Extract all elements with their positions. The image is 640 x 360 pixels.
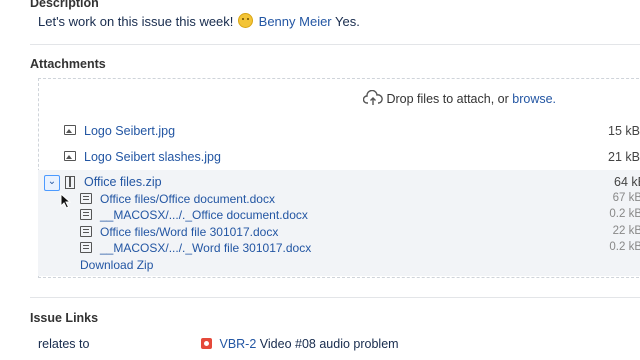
document-icon — [80, 226, 92, 237]
document-icon — [80, 209, 92, 220]
zip-entry-row[interactable]: Office files/Office document.docx 67 kB — [80, 191, 640, 207]
zip-entry-name[interactable]: __MACOSX/.../._Word file 301017.docx — [100, 241, 311, 255]
zip-file-icon — [65, 176, 75, 189]
zip-entry-row[interactable]: Office files/Word file 301017.docx 22 kB — [80, 224, 640, 240]
linked-issue[interactable]: VBR-2 Video #08 audio problem — [201, 337, 399, 351]
linked-issue-key[interactable]: VBR-2 — [219, 337, 256, 351]
bug-issue-icon — [201, 338, 212, 349]
relation-label: relates to — [38, 337, 90, 351]
attachment-row[interactable]: Logo Seibert.jpg 15 kB — [38, 119, 640, 143]
description-text: Let's work on this issue this week! Benn… — [38, 13, 360, 29]
description-heading: Description — [30, 0, 99, 10]
description-body: Let's work on this issue this week! — [38, 14, 234, 29]
download-zip-link[interactable]: Download Zip — [80, 258, 153, 272]
smiley-icon — [238, 13, 254, 28]
issue-links-heading: Issue Links — [30, 311, 99, 325]
linked-issue-summary: Video #08 audio problem — [259, 337, 399, 351]
drop-files-text: Drop files to attach, or — [386, 92, 509, 106]
description-after: Yes. — [335, 14, 360, 29]
zip-file-size: 64 kB — [614, 175, 640, 189]
zip-entry-name[interactable]: __MACOSX/.../._Office document.docx — [100, 208, 308, 222]
zip-collapse-toggle[interactable]: ⌄ — [44, 175, 60, 191]
attachment-size: 15 kB — [608, 124, 640, 138]
zip-entry-row[interactable]: __MACOSX/.../._Office document.docx 0.2 … — [80, 207, 640, 223]
zip-entry-size: 0.2 kB — [609, 208, 640, 220]
user-mention-link[interactable]: Benny Meier — [259, 14, 332, 29]
zip-entry-row[interactable]: __MACOSX/.../._Word file 301017.docx 0.2… — [80, 240, 640, 256]
browse-link[interactable]: browse. — [512, 92, 556, 106]
zip-entry-name[interactable]: Office files/Office document.docx — [100, 192, 275, 206]
divider — [30, 44, 640, 45]
document-icon — [80, 193, 92, 204]
upload-cloud-icon — [362, 89, 383, 105]
attachment-name[interactable]: Logo Seibert.jpg — [84, 124, 175, 138]
mouse-cursor-icon — [60, 193, 72, 209]
document-icon — [80, 242, 92, 253]
image-file-icon — [64, 151, 76, 161]
image-file-icon — [64, 125, 76, 135]
attachment-name[interactable]: Logo Seibert slashes.jpg — [84, 150, 221, 164]
attachments-heading: Attachments — [30, 57, 106, 71]
attachment-row[interactable]: Logo Seibert slashes.jpg 21 kB — [38, 145, 640, 169]
zip-entry-size: 0.2 kB — [609, 241, 640, 253]
zip-entry-name[interactable]: Office files/Word file 301017.docx — [100, 225, 278, 239]
attachment-size: 21 kB — [608, 150, 640, 164]
divider — [30, 297, 640, 298]
zip-entry-size: 67 kB — [612, 192, 640, 204]
zip-file-name[interactable]: Office files.zip — [84, 175, 162, 189]
drop-files-row: Drop files to attach, or browse. — [362, 89, 556, 106]
zip-entry-size: 22 kB — [612, 225, 640, 237]
